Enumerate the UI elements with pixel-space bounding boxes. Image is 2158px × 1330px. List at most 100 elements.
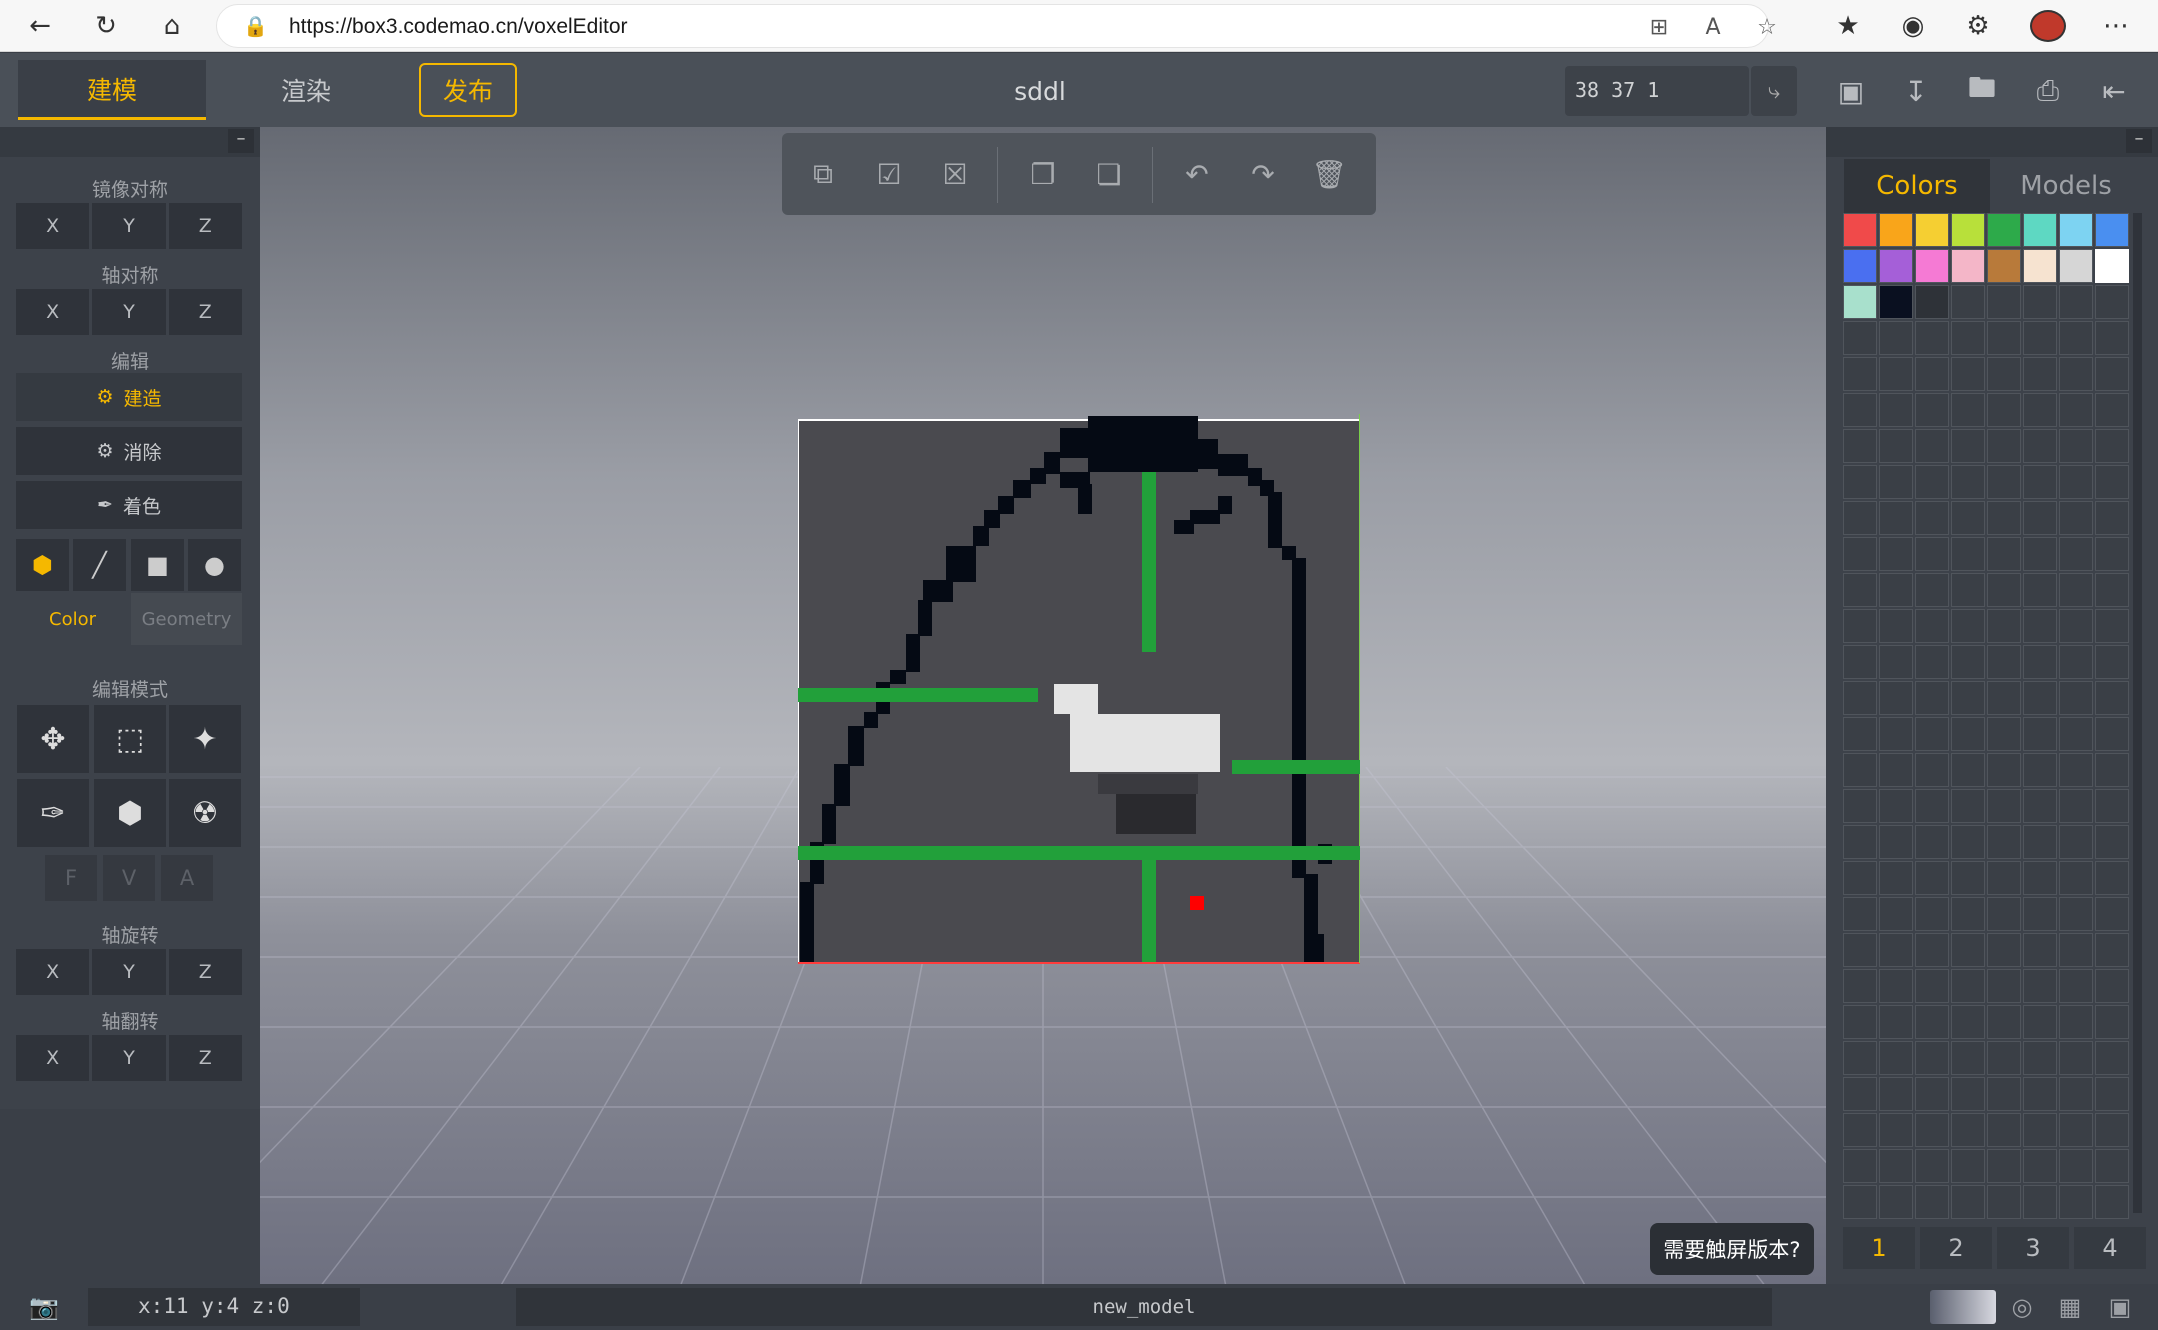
palette-empty-slot[interactable] [2059,969,2093,1003]
palette-empty-slot[interactable] [1915,573,1949,607]
print-icon[interactable]: ⎙ [2028,71,2068,111]
palette-empty-slot[interactable] [1879,465,1913,499]
palette-empty-slot[interactable] [1843,573,1877,607]
flip-x-button[interactable]: X [16,1035,90,1081]
palette-empty-slot[interactable] [1987,753,2021,787]
palette-empty-slot[interactable] [2059,1113,2093,1147]
coordinate-input[interactable]: 38 37 1 [1565,66,1749,116]
extensions-icon[interactable]: ⚙ [1958,6,1998,46]
palette-empty-slot[interactable] [2023,573,2057,607]
address-bar[interactable]: 🔒 https://box3.codemao.cn/voxelEditor ⊞ … [216,4,1777,48]
palette-empty-slot[interactable] [2059,321,2093,355]
palette-empty-slot[interactable] [1915,825,1949,859]
palette-empty-slot[interactable] [2023,465,2057,499]
read-aloud-icon[interactable]: A [1697,11,1729,43]
palette-empty-slot[interactable] [2095,501,2129,535]
palette-empty-slot[interactable] [1987,393,2021,427]
palette-empty-slot[interactable] [2023,645,2057,679]
palette-empty-slot[interactable] [1915,537,1949,571]
palette-empty-slot[interactable] [1951,429,1985,463]
palette-empty-slot[interactable] [1915,609,1949,643]
palette-empty-slot[interactable] [1843,933,1877,967]
palette-empty-slot[interactable] [2095,537,2129,571]
palette-empty-slot[interactable] [2059,717,2093,751]
palette-empty-slot[interactable] [2095,285,2129,319]
collapse-left-icon[interactable]: – [228,129,254,153]
palette-empty-slot[interactable] [1951,825,1985,859]
save-icon[interactable]: ▣ [1831,71,1871,111]
palette-empty-slot[interactable] [1987,1149,2021,1183]
palette-empty-slot[interactable] [1987,573,2021,607]
palette-empty-slot[interactable] [2095,429,2129,463]
palette-empty-slot[interactable] [2095,357,2129,391]
flip-z-button[interactable]: Z [168,1035,242,1081]
palette-empty-slot[interactable] [1987,321,2021,355]
palette-empty-slot[interactable] [2023,1077,2057,1111]
palette-empty-slot[interactable] [1915,357,1949,391]
palette-empty-slot[interactable] [1879,1077,1913,1111]
palette-empty-slot[interactable] [1915,681,1949,715]
palette-empty-slot[interactable] [1843,1185,1877,1219]
palette-empty-slot[interactable] [1987,789,2021,823]
palette-empty-slot[interactable] [1951,1041,1985,1075]
palette-empty-slot[interactable] [1915,1149,1949,1183]
palette-swatch[interactable] [2023,249,2057,283]
palette-empty-slot[interactable] [1951,1113,1985,1147]
palette-empty-slot[interactable] [2059,357,2093,391]
tab-colors[interactable]: Colors [1844,159,1990,213]
palette-empty-slot[interactable] [2059,1005,2093,1039]
palette-empty-slot[interactable] [2095,321,2129,355]
palette-empty-slot[interactable] [1951,321,1985,355]
palette-empty-slot[interactable] [2095,1149,2129,1183]
undo-icon[interactable]: ↶ [1176,153,1218,195]
palette-empty-slot[interactable] [1843,1149,1877,1183]
palette-empty-slot[interactable] [1879,1041,1913,1075]
palette-empty-slot[interactable] [1951,933,1985,967]
palette-empty-slot[interactable] [2059,861,2093,895]
palette-empty-slot[interactable] [2095,789,2129,823]
palette-empty-slot[interactable] [2023,609,2057,643]
palette-empty-slot[interactable] [2059,753,2093,787]
move-icon[interactable]: ✥ [17,705,89,773]
palette-empty-slot[interactable] [2023,825,2057,859]
vertex-mode-button[interactable]: V [103,855,155,901]
palette-empty-slot[interactable] [1987,1005,2021,1039]
magic-wand-icon[interactable]: ✦ [169,705,241,773]
layer-up-icon[interactable]: ❐ [1022,153,1064,195]
cube-brush-icon[interactable]: ⬢ [16,539,69,591]
palette-empty-slot[interactable] [2059,573,2093,607]
palette-empty-slot[interactable] [1843,1005,1877,1039]
voxel-model[interactable] [798,414,1360,964]
palette-empty-slot[interactable] [2059,1077,2093,1111]
palette-empty-slot[interactable] [1987,645,2021,679]
palette-empty-slot[interactable] [1843,825,1877,859]
palette-empty-slot[interactable] [1843,501,1877,535]
palette-empty-slot[interactable] [1951,573,1985,607]
palette-swatch[interactable] [1951,213,1985,247]
palette-empty-slot[interactable] [2095,465,2129,499]
geometry-tab[interactable]: Geometry [131,593,242,645]
palette-empty-slot[interactable] [1879,321,1913,355]
palette-empty-slot[interactable] [1879,969,1913,1003]
palette-empty-slot[interactable] [2095,825,2129,859]
palette-empty-slot[interactable] [2095,609,2129,643]
palette-empty-slot[interactable] [2059,645,2093,679]
palette-empty-slot[interactable] [1951,1185,1985,1219]
palette-page-1[interactable]: 1 [1843,1227,1915,1269]
palette-empty-slot[interactable] [1879,681,1913,715]
palette-swatch[interactable] [1915,213,1949,247]
palette-empty-slot[interactable] [2023,1041,2057,1075]
palette-empty-slot[interactable] [1987,969,2021,1003]
palette-empty-slot[interactable] [1951,1077,1985,1111]
palette-empty-slot[interactable] [2059,1185,2093,1219]
palette-empty-slot[interactable] [1915,969,1949,1003]
palette-empty-slot[interactable] [1843,753,1877,787]
palette-swatch[interactable] [1843,213,1877,247]
favorites-icon[interactable]: ★ [1828,6,1868,46]
palette-empty-slot[interactable] [1951,681,1985,715]
hex-erase-icon[interactable]: ⬢ [94,779,166,847]
palette-empty-slot[interactable] [1915,1005,1949,1039]
square-brush-icon[interactable]: ■ [131,539,184,591]
palette-empty-slot[interactable] [1987,537,2021,571]
palette-empty-slot[interactable] [1951,1149,1985,1183]
